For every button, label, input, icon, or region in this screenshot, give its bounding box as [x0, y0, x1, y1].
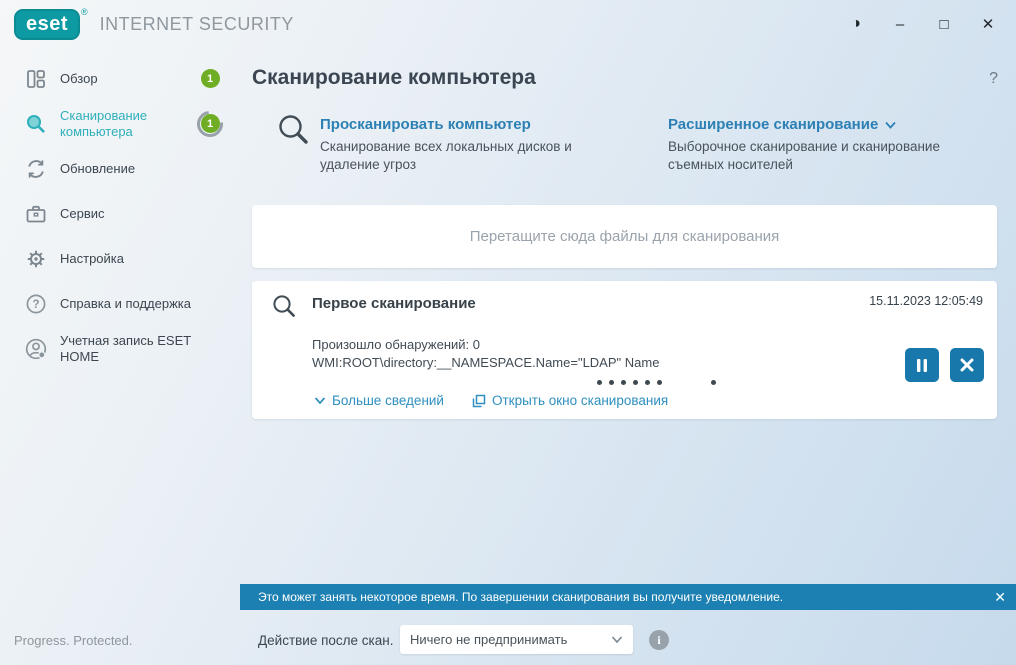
post-scan-action-select[interactable]: Ничего не предпринимать	[400, 625, 633, 654]
sidebar-item-label: Учетная запись ESET HOME	[60, 332, 191, 364]
close-button[interactable]: ✕	[966, 7, 1010, 41]
open-window-icon	[472, 394, 486, 407]
sidebar-item-tools[interactable]: Сервис	[0, 191, 240, 236]
scan-detections: Произошло обнаружений: 0	[312, 337, 481, 352]
scan-computer-description: Сканирование всех локальных дисков и уда…	[320, 139, 572, 173]
sidebar-item-label: Сервис	[60, 205, 105, 221]
main-content: Сканирование компьютера ? Просканировать…	[240, 48, 1016, 584]
notification-close-icon[interactable]: ✕	[984, 589, 1016, 606]
scan-computer-option: Просканировать компьютер Сканирование вс…	[320, 116, 610, 174]
sidebar-item-help[interactable]: ? Справка и поддержка	[0, 281, 240, 326]
post-scan-action-label: Действие после скан.	[258, 633, 394, 648]
account-icon	[23, 336, 49, 362]
selected-action: Ничего не предпринимать	[410, 632, 568, 647]
chevron-down-icon	[314, 397, 326, 405]
toolbox-icon	[23, 201, 49, 227]
search-icon	[271, 293, 299, 326]
scan-title: Первое сканирование	[312, 295, 476, 312]
scan-progress-badge: 1	[191, 105, 229, 142]
file-dropzone[interactable]: Перетащите сюда файлы для сканирования	[252, 205, 997, 268]
overview-badge: 1	[200, 69, 220, 88]
eset-logo-pill: eset	[14, 8, 80, 40]
chevron-down-icon	[611, 635, 633, 644]
search-icon	[23, 111, 49, 137]
page-title: Сканирование компьютера	[252, 66, 536, 89]
help-icon[interactable]: ?	[989, 70, 998, 88]
notification-bar: Это может занять некоторое время. По зав…	[240, 584, 1016, 610]
sidebar-item-computer-scan[interactable]: Сканирование компьютера 1	[0, 101, 240, 146]
chevron-down-icon	[885, 121, 896, 129]
advanced-scan-description: Выборочное сканирование и сканирование с…	[668, 139, 940, 173]
stop-x-icon	[960, 358, 974, 372]
question-icon: ?	[23, 291, 49, 317]
more-details-link[interactable]: Больше сведений	[314, 393, 444, 408]
spinner-icon	[191, 105, 229, 142]
dropzone-text: Перетащите сюда файлы для сканирования	[469, 228, 780, 245]
overview-grid-icon	[23, 66, 49, 92]
refresh-icon	[23, 156, 49, 182]
stop-scan-button[interactable]	[950, 348, 984, 382]
sidebar-item-label: Обзор	[60, 70, 98, 86]
sidebar-item-overview[interactable]: Обзор 1	[0, 56, 240, 101]
sidebar-item-label: Обновление	[60, 160, 136, 176]
advanced-scan-link[interactable]: Расширенное сканирование	[668, 116, 958, 133]
sidebar-item-setup[interactable]: Настройка	[0, 236, 240, 281]
sidebar-item-label: Настройка	[60, 250, 124, 266]
pause-icon	[917, 358, 927, 372]
scan-progress-card: Первое сканирование 15.11.2023 12:05:49 …	[252, 281, 997, 419]
pause-scan-button[interactable]	[905, 348, 939, 382]
slogan: Progress. Protected.	[14, 633, 133, 648]
sidebar-item-eset-home[interactable]: Учетная запись ESET HOME	[0, 326, 240, 371]
eset-logo: eset ®	[14, 6, 88, 40]
scan-current-object: WMI:ROOT\directory:__NAMESPACE.Name="LDA…	[312, 355, 660, 370]
sidebar-item-label: Сканирование компьютера	[60, 107, 148, 139]
sidebar-item-label: Справка и поддержка	[60, 295, 191, 311]
svg-text:?: ?	[32, 299, 39, 311]
scan-timestamp: 15.11.2023 12:05:49	[869, 294, 983, 308]
gear-icon	[23, 246, 49, 272]
progress-dots	[597, 380, 716, 385]
advanced-scan-option: Расширенное сканирование Выборочное скан…	[668, 116, 958, 174]
minimize-button[interactable]: –	[878, 7, 922, 41]
registered-mark: ®	[81, 6, 88, 17]
notification-text: Это может занять некоторое время. По зав…	[258, 590, 784, 604]
window-controls: ◑ – □ ✕	[834, 7, 1016, 41]
scan-computer-icon	[276, 112, 314, 155]
titlebar: eset ® INTERNET SECURITY ◑ – □ ✕	[0, 0, 1016, 48]
contrast-icon[interactable]: ◑	[834, 7, 878, 41]
scan-computer-link[interactable]: Просканировать компьютер	[320, 116, 610, 133]
sidebar-item-update[interactable]: Обновление	[0, 146, 240, 191]
sidebar: Обзор 1 Сканирование компьютера 1 Обновл…	[0, 56, 240, 371]
info-icon[interactable]: i	[649, 630, 669, 650]
maximize-button[interactable]: □	[922, 7, 966, 41]
product-name: INTERNET SECURITY	[99, 13, 294, 34]
open-scan-window-link[interactable]: Открыть окно сканирования	[472, 393, 668, 408]
